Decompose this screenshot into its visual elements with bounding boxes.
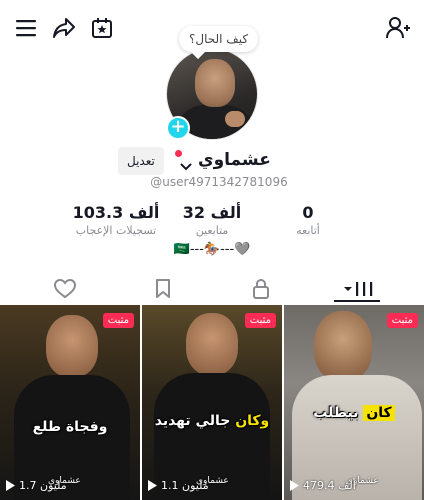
pinned-badge: مثبت (102, 313, 134, 328)
add-story-button[interactable]: + (166, 116, 190, 140)
videos-grid-icon (344, 282, 373, 296)
stats-row: 0 أتابعه 32 ألف متابعين 103.3 ألف تسجيلا… (0, 203, 424, 243)
video-grid: مثبت وفجاة طلع عشماوي 1.7 مليون مثبت وكا… (0, 305, 424, 500)
video-thumbnail[interactable]: مثبت وفجاة طلع عشماوي 1.7 مليون (0, 305, 140, 500)
play-icon (290, 480, 299, 491)
pinned-badge: مثبت (386, 313, 418, 328)
bookmark-icon (156, 279, 170, 298)
caption-text: بيطلب (313, 405, 359, 421)
calendar-star-icon[interactable] (88, 14, 116, 42)
view-count: 1.7 مليون (6, 479, 67, 492)
private-tab[interactable] (208, 274, 314, 304)
video-caption: وكان جالي تهديد (142, 413, 282, 429)
edit-profile-button[interactable]: تعديل (118, 147, 164, 175)
video-thumbnail[interactable]: مثبت كان بيطلب عشماوي 479.4 ألف (284, 305, 424, 500)
video-caption: كان بيطلب (284, 405, 424, 421)
likes-count: 103.3 ألف (72, 203, 160, 222)
pinned-badge: مثبت (244, 313, 276, 328)
play-icon (6, 480, 15, 491)
video-thumbnail[interactable]: مثبت وكان جالي تهديد عشماوي 1.1 مليون (142, 305, 282, 500)
play-icon (148, 480, 157, 491)
content-tabs (0, 274, 424, 304)
share-icon[interactable] (50, 14, 78, 42)
bubble-text: كيف الحال؟ (189, 32, 249, 46)
liked-tab[interactable] (12, 274, 118, 304)
likes-stat[interactable]: 103.3 ألف تسجيلات الإعجاب (56, 203, 176, 237)
view-count-text: 1.1 مليون (161, 479, 209, 492)
username: عشماوي (198, 150, 271, 170)
caption-text: جالي تهديد (154, 413, 231, 429)
name-row: تعديل عشماوي (0, 147, 424, 176)
saved-tab[interactable] (110, 274, 216, 304)
caption-highlight: وكان (235, 413, 270, 429)
user-handle: @user4971342781096 (150, 175, 288, 189)
heart-icon (54, 279, 76, 299)
bio: 🇸🇦---🏇---🩶 (173, 242, 251, 257)
view-count: 479.4 ألف (290, 479, 356, 492)
view-count-text: 1.7 مليون (19, 479, 67, 492)
edit-label: تعديل (127, 154, 155, 168)
lock-icon (253, 279, 269, 299)
video-caption: وفجاة طلع (32, 419, 108, 435)
chevron-down-icon[interactable] (180, 156, 192, 175)
add-friend-icon[interactable] (384, 14, 412, 42)
status-bubble[interactable]: كيف الحال؟ (179, 26, 259, 52)
view-count: 1.1 مليون (148, 479, 209, 492)
menu-icon[interactable] (12, 14, 40, 42)
likes-label: تسجيلات الإعجاب (75, 224, 157, 237)
caption-highlight: كان (363, 405, 395, 421)
active-tab-indicator (334, 300, 380, 302)
view-count-text: 479.4 ألف (303, 479, 356, 492)
